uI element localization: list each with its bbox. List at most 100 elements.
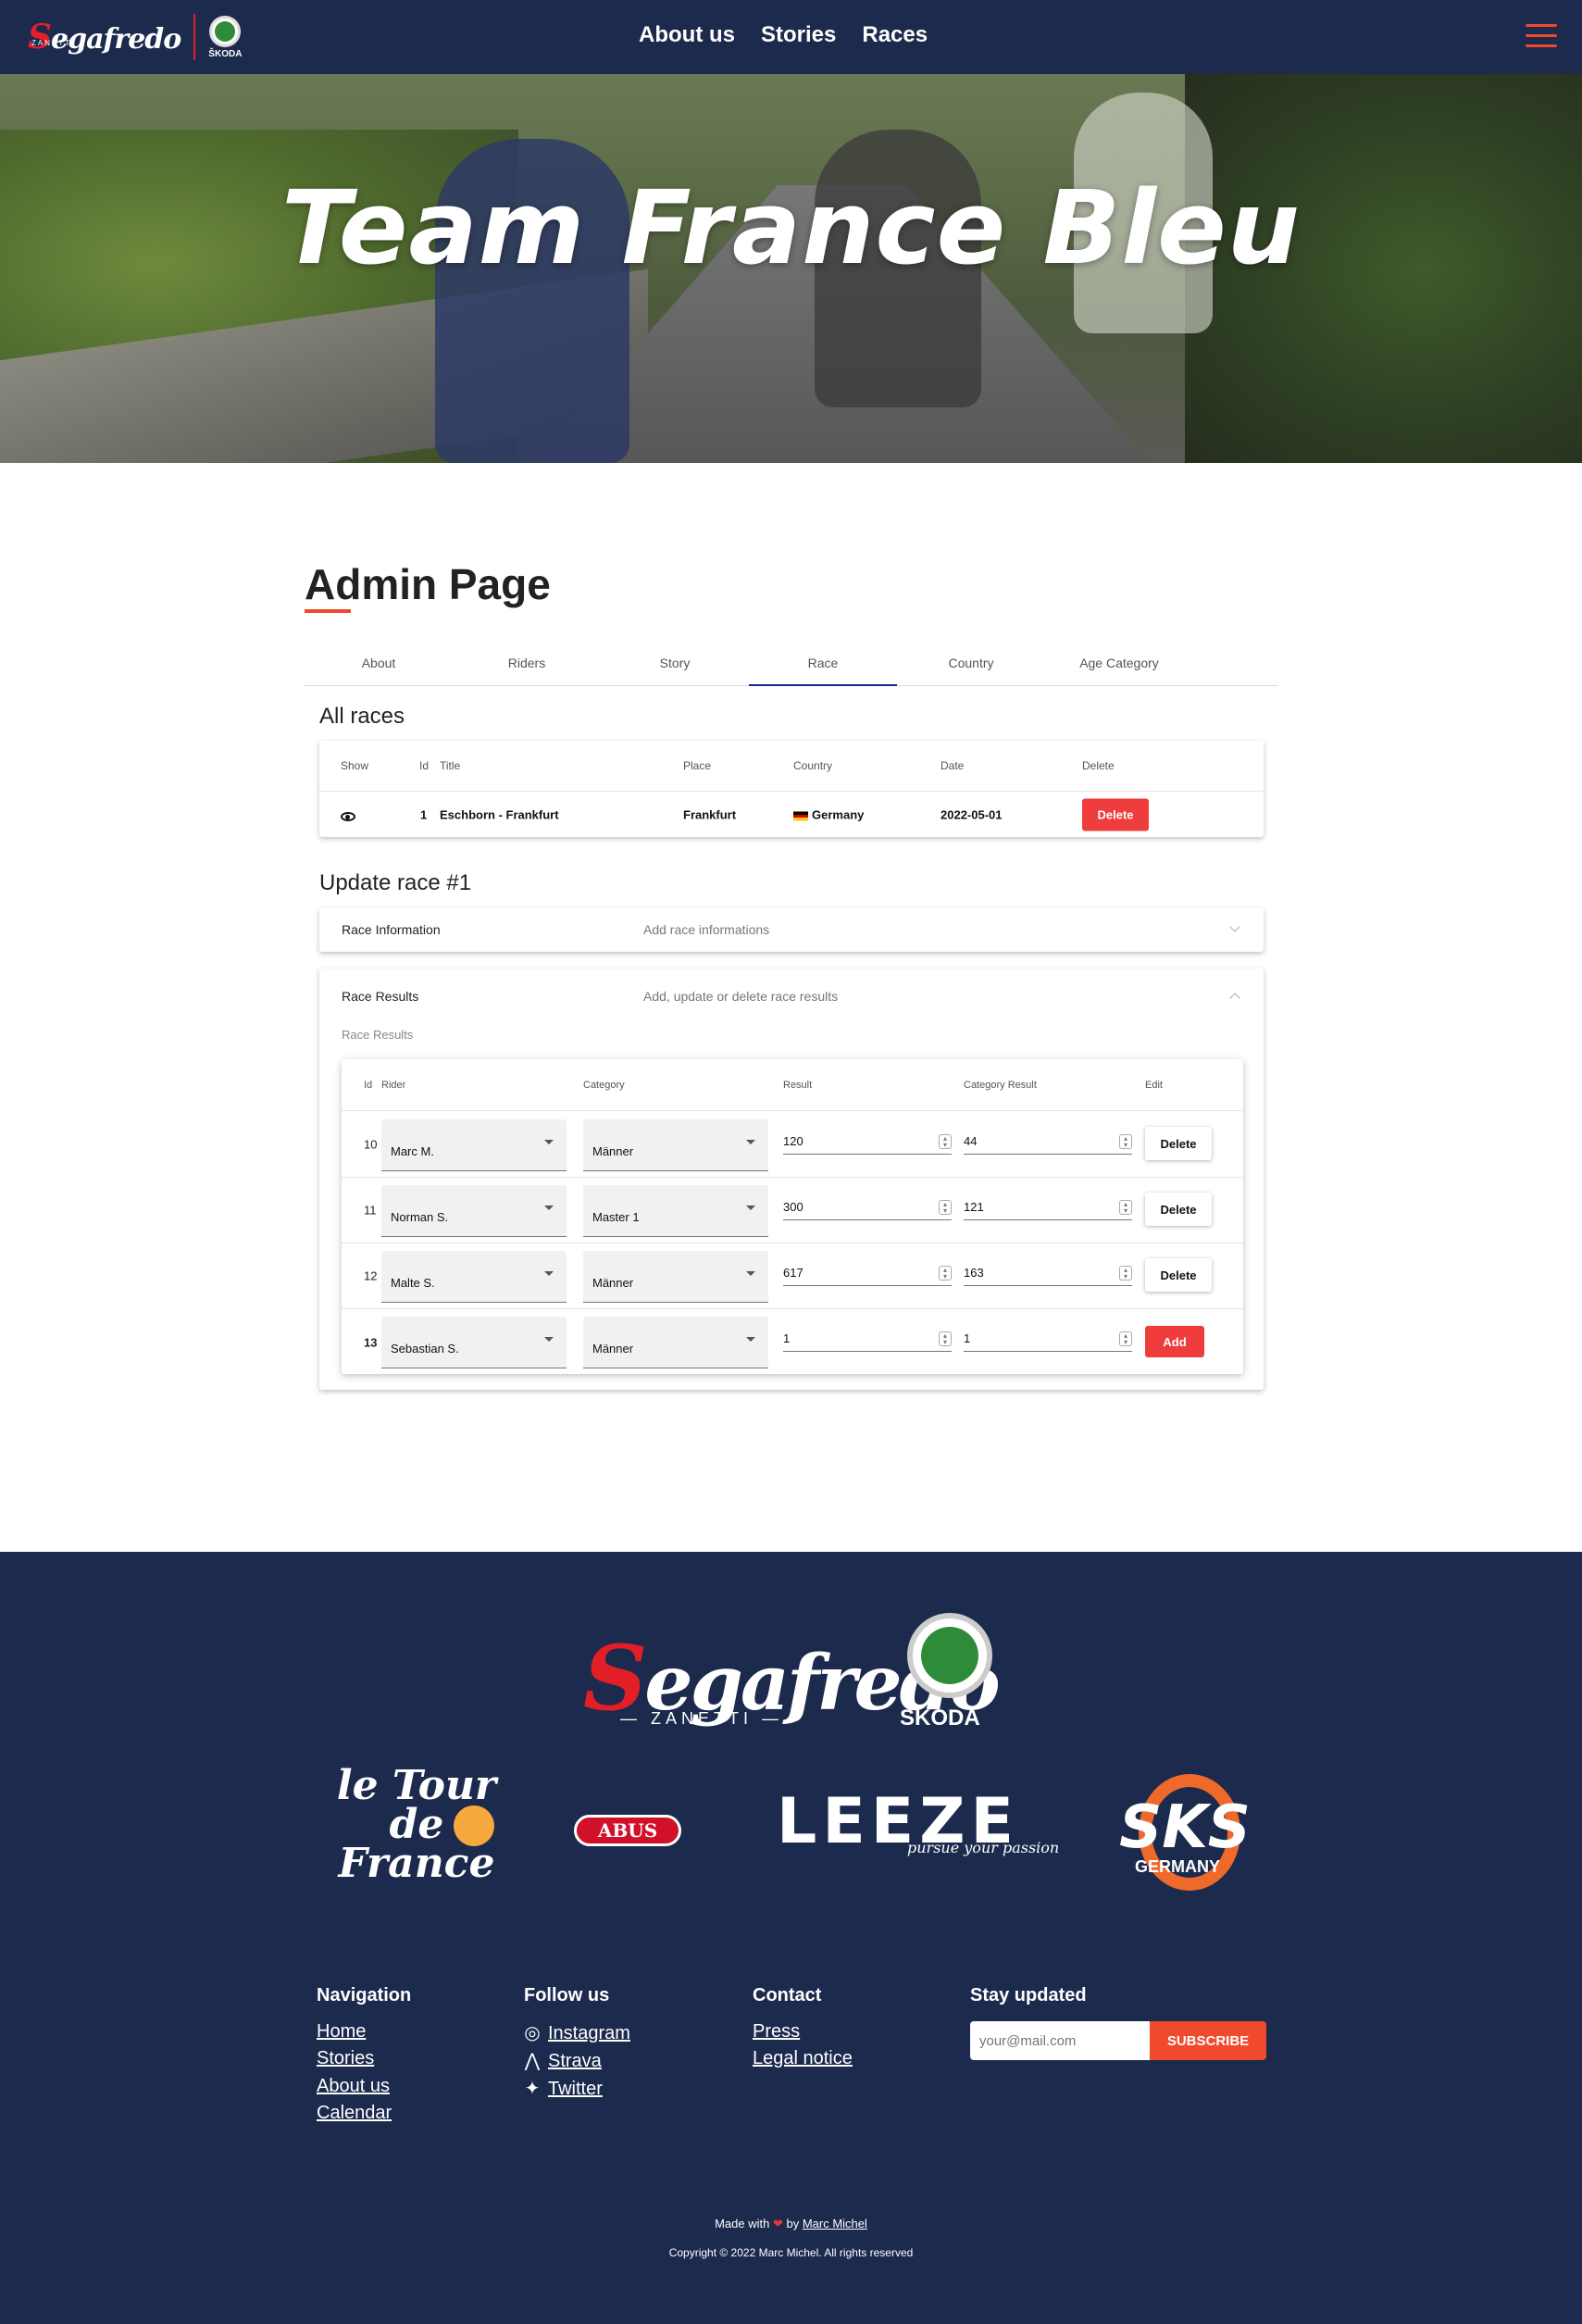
col-title: Title: [440, 759, 461, 772]
stepper-icon[interactable]: ▴ ▾: [1119, 1331, 1132, 1346]
footer-link-stories[interactable]: Stories: [317, 2048, 374, 2069]
table-row: 10 Marc M. Männer 120 ▴ ▾ 44 ▴ ▾ Delete: [342, 1112, 1243, 1178]
category-select[interactable]: Männer: [583, 1317, 768, 1368]
table-row: 11 Norman S. Master 1 300 ▴ ▾ 121 ▴ ▾ Delete: [342, 1178, 1243, 1243]
race-country: Germany: [793, 808, 864, 822]
footer-link-legal-notice[interactable]: Legal notice: [753, 2048, 853, 2069]
delete-result-button[interactable]: Delete: [1145, 1193, 1212, 1226]
rider-select[interactable]: Norman S.: [381, 1185, 567, 1237]
col-show: Show: [341, 759, 369, 772]
footer-link-home[interactable]: Home: [317, 2021, 366, 2043]
result-id: 11: [364, 1203, 377, 1218]
tab-about[interactable]: About: [305, 644, 453, 685]
result-input[interactable]: 617 ▴ ▾: [783, 1262, 952, 1286]
skoda-footer-label: ŠKODA: [900, 1706, 980, 1731]
category-result-input[interactable]: 121 ▴ ▾: [964, 1196, 1132, 1220]
chevron-down-icon[interactable]: [1229, 921, 1240, 932]
category-result-input[interactable]: 44 ▴ ▾: [964, 1131, 1132, 1155]
eye-icon[interactable]: [341, 812, 355, 821]
zanetti-label: ZANETTI: [31, 39, 76, 47]
race-date: 2022-05-01: [940, 807, 1003, 822]
heart-icon: ❤: [772, 2217, 783, 2230]
nav-about-us[interactable]: About us: [639, 22, 735, 48]
rider-select[interactable]: Malte S.: [381, 1251, 567, 1303]
table-row: 1 Eschborn - Frankfurt Frankfurt Germany…: [319, 793, 1264, 837]
leeze-logo: LEEZE: [777, 1785, 1019, 1858]
race-results-title[interactable]: Race Results: [342, 989, 418, 1004]
race-place: Frankfurt: [683, 807, 737, 822]
dropdown-arrow-icon: [544, 1206, 554, 1210]
add-result-button[interactable]: Add: [1145, 1326, 1204, 1357]
race-information-panel[interactable]: Race Information Add race informations: [319, 908, 1264, 952]
stepper-icon[interactable]: ▴ ▾: [939, 1134, 952, 1149]
page-title: Admin Page: [305, 560, 551, 608]
dropdown-arrow-icon: [544, 1337, 554, 1342]
footer-link-press[interactable]: Press: [753, 2021, 800, 2043]
author-link[interactable]: Marc Michel: [803, 2217, 867, 2230]
tab-race[interactable]: Race: [749, 644, 897, 686]
result-input[interactable]: 120 ▴ ▾: [783, 1131, 952, 1155]
rider-select[interactable]: Marc M.: [381, 1119, 567, 1171]
col-edit: Edit: [1145, 1079, 1163, 1091]
race-information-subtitle: Add race informations: [643, 922, 770, 937]
result-input[interactable]: 1 ▴ ▾: [783, 1328, 952, 1352]
delete-result-button[interactable]: Delete: [1145, 1127, 1212, 1160]
tab-country[interactable]: Country: [897, 644, 1045, 685]
dropdown-arrow-icon: [544, 1271, 554, 1276]
footer-link-strava[interactable]: ⋀ Strava: [524, 2049, 602, 2072]
footer-link-instagram[interactable]: ◎ Instagram: [524, 2021, 630, 2044]
tab-story[interactable]: Story: [601, 644, 749, 685]
category-select[interactable]: Männer: [583, 1119, 768, 1171]
stepper-icon[interactable]: ▴ ▾: [1119, 1200, 1132, 1215]
strava-icon: ⋀: [524, 2051, 541, 2071]
footer: Segafredo — ZANETTI — ŠKODA le Tour de F…: [0, 1552, 1582, 2324]
footer-link-about-us[interactable]: About us: [317, 2076, 390, 2097]
rider-select[interactable]: Sebastian S.: [381, 1317, 567, 1368]
tab-age-category[interactable]: Age Category: [1045, 644, 1193, 685]
hamburger-menu-icon[interactable]: [1526, 24, 1557, 48]
race-results-subtitle: Add, update or delete race results: [643, 989, 839, 1004]
col-country: Country: [793, 759, 833, 772]
stepper-icon[interactable]: ▴ ▾: [1119, 1266, 1132, 1281]
race-id: 1: [420, 807, 428, 822]
subscribe-button[interactable]: SUBSCRIBE: [1150, 2021, 1266, 2060]
nav-stories[interactable]: Stories: [761, 22, 836, 48]
races-table: Show Id Title Place Country Date Delete …: [319, 741, 1264, 837]
category-result-input[interactable]: 163 ▴ ▾: [964, 1262, 1132, 1286]
race-title: Eschborn - Frankfurt: [440, 807, 559, 822]
stay-updated-heading: Stay updated: [970, 1985, 1087, 2005]
category-select[interactable]: Master 1: [583, 1185, 768, 1237]
abus-logo: ABUS: [574, 1815, 681, 1846]
copyright: Copyright © 2022 Marc Michel. All rights…: [668, 2246, 914, 2259]
col-id: Id: [364, 1079, 373, 1091]
delete-race-button[interactable]: Delete: [1082, 798, 1149, 831]
tab-riders[interactable]: Riders: [453, 644, 601, 685]
dropdown-arrow-icon: [746, 1140, 755, 1144]
stepper-icon[interactable]: ▴ ▾: [939, 1266, 952, 1281]
leeze-tagline: pursue your passion: [907, 1839, 1060, 1856]
category-select[interactable]: Männer: [583, 1251, 768, 1303]
tour-de-france-logo: le Tour de France: [336, 1762, 497, 1887]
chevron-up-icon[interactable]: [1229, 993, 1240, 1004]
update-race-heading: Update race #1: [319, 870, 472, 895]
footer-link-twitter[interactable]: ✦ Twitter: [524, 2077, 603, 2100]
germany-flag-icon: [793, 811, 808, 821]
newsletter-email-input[interactable]: [970, 2021, 1150, 2060]
col-delete: Delete: [1082, 759, 1115, 772]
nav-races[interactable]: Races: [862, 22, 928, 48]
delete-result-button[interactable]: Delete: [1145, 1258, 1212, 1292]
dropdown-arrow-icon: [746, 1271, 755, 1276]
segafredo-logo: Segafredo: [28, 18, 181, 56]
sks-germany-label: GERMANY: [1135, 1857, 1221, 1876]
stepper-icon[interactable]: ▴ ▾: [1119, 1134, 1132, 1149]
footer-link-calendar[interactable]: Calendar: [317, 2103, 392, 2124]
stepper-icon[interactable]: ▴ ▾: [939, 1331, 952, 1346]
result-input[interactable]: 300 ▴ ▾: [783, 1196, 952, 1220]
race-results-panel: Race Results Add, update or delete race …: [319, 968, 1264, 1390]
race-results-label: Race Results: [342, 1028, 414, 1042]
category-result-input[interactable]: 1 ▴ ▾: [964, 1328, 1132, 1352]
stepper-icon[interactable]: ▴ ▾: [939, 1200, 952, 1215]
all-races-heading: All races: [319, 704, 405, 729]
brand-logo[interactable]: Segafredo ŠKODA: [28, 11, 242, 63]
table-row: 12 Malte S. Männer 617 ▴ ▾ 163 ▴ ▾ Delete: [342, 1243, 1243, 1309]
